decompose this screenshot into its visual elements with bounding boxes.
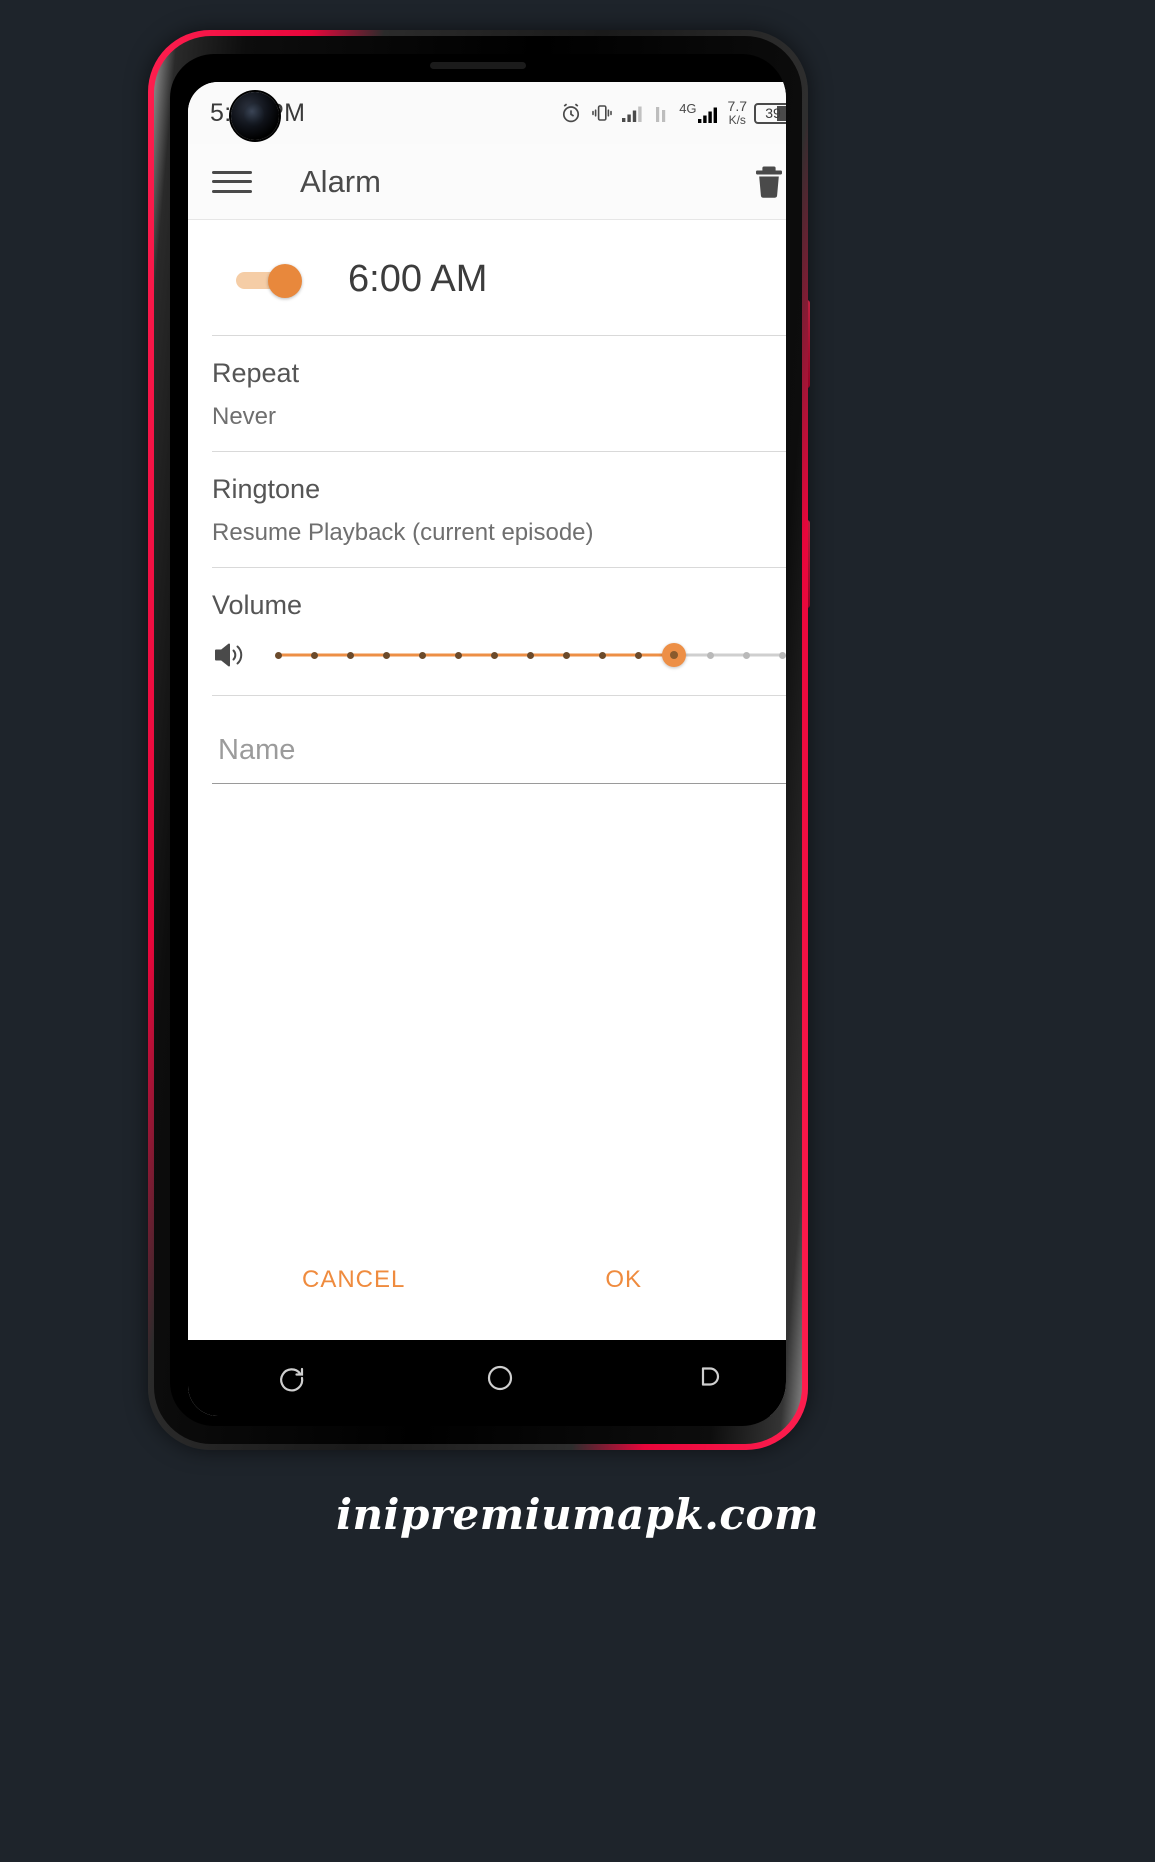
alarm-edit-content: 6:00 AM Repeat Never Ringtone Resume Pla… xyxy=(188,220,786,1340)
screenshot-stage: 5:00 PM xyxy=(0,0,1155,1862)
phone-bezel: 5:00 PM xyxy=(154,36,802,1444)
name-input[interactable] xyxy=(212,730,786,771)
slider-tick xyxy=(454,651,462,659)
phone-device-frame: 5:00 PM xyxy=(148,30,808,1450)
alarm-clock-icon xyxy=(559,101,583,125)
phone-inner-frame: 5:00 PM xyxy=(170,54,786,1426)
slider-tick xyxy=(346,651,354,659)
battery-indicator: 39 xyxy=(754,102,786,124)
site-watermark: inipremiumapk.com xyxy=(336,1490,819,1539)
slider-tick xyxy=(526,651,534,659)
alarm-name-field[interactable] xyxy=(212,730,786,784)
ringtone-section[interactable]: Ringtone Resume Playback (current episod… xyxy=(212,452,786,568)
cancel-button[interactable]: CANCEL xyxy=(288,1256,419,1304)
slider-tick xyxy=(310,651,318,659)
app-bar: Alarm xyxy=(188,144,786,220)
alarm-enabled-toggle[interactable] xyxy=(236,263,302,298)
sim-signal-icon xyxy=(654,103,672,123)
page-title: Alarm xyxy=(300,163,381,199)
volume-label: Volume xyxy=(212,590,303,620)
android-nav-bar xyxy=(188,1340,786,1416)
volume-slider[interactable] xyxy=(274,642,786,668)
phone-screen: 5:00 PM xyxy=(188,82,786,1416)
data-speed-unit: K/s xyxy=(728,113,746,128)
slider-tick xyxy=(742,651,750,659)
slider-tick xyxy=(634,651,642,659)
volume-section: Volume xyxy=(212,568,786,696)
network-type-indicator: 4G xyxy=(679,102,720,124)
recents-icon[interactable] xyxy=(257,1350,327,1406)
status-bar: 5:00 PM xyxy=(188,82,786,144)
hamburger-menu-icon[interactable] xyxy=(212,167,252,197)
vibrate-icon xyxy=(590,102,614,124)
slider-tick xyxy=(778,651,786,659)
ringtone-label: Ringtone xyxy=(212,474,321,504)
slider-thumb[interactable] xyxy=(662,643,686,667)
dialog-action-bar: CANCEL OK xyxy=(212,1256,786,1340)
trash-icon[interactable] xyxy=(752,164,786,200)
slider-track-fill xyxy=(278,653,674,657)
earpiece-speaker xyxy=(430,62,526,69)
status-bar-icons: 4G 7.7 K/s 39 xyxy=(559,99,786,126)
signal-bars-icon xyxy=(621,103,647,123)
battery-percent-label: 39 xyxy=(765,105,781,121)
slider-tick xyxy=(598,651,606,659)
slider-tick xyxy=(274,651,282,659)
repeat-label: Repeat xyxy=(212,358,300,388)
alarm-time-label[interactable]: 6:00 AM xyxy=(348,258,487,301)
network-type-label: 4G xyxy=(679,101,697,116)
speaker-volume-icon[interactable] xyxy=(212,639,248,671)
slider-tick xyxy=(418,651,426,659)
volume-slider-row xyxy=(212,639,786,671)
data-speed-value: 7.7 xyxy=(727,98,747,115)
back-icon[interactable] xyxy=(673,1350,743,1406)
home-circle-icon[interactable] xyxy=(465,1350,535,1406)
alarm-time-row: 6:00 AM xyxy=(212,220,786,336)
ok-button[interactable]: OK xyxy=(591,1256,656,1304)
slider-tick xyxy=(382,651,390,659)
ringtone-value: Resume Playback (current episode) xyxy=(212,519,594,546)
slider-tick xyxy=(562,651,570,659)
repeat-section[interactable]: Repeat Never xyxy=(212,336,786,452)
slider-tick xyxy=(706,651,714,659)
front-camera-punch-hole xyxy=(231,92,279,140)
toggle-knob xyxy=(268,263,302,298)
data-speed-indicator: 7.7 K/s xyxy=(728,99,747,126)
slider-tick xyxy=(490,651,498,659)
repeat-value: Never xyxy=(212,403,277,430)
